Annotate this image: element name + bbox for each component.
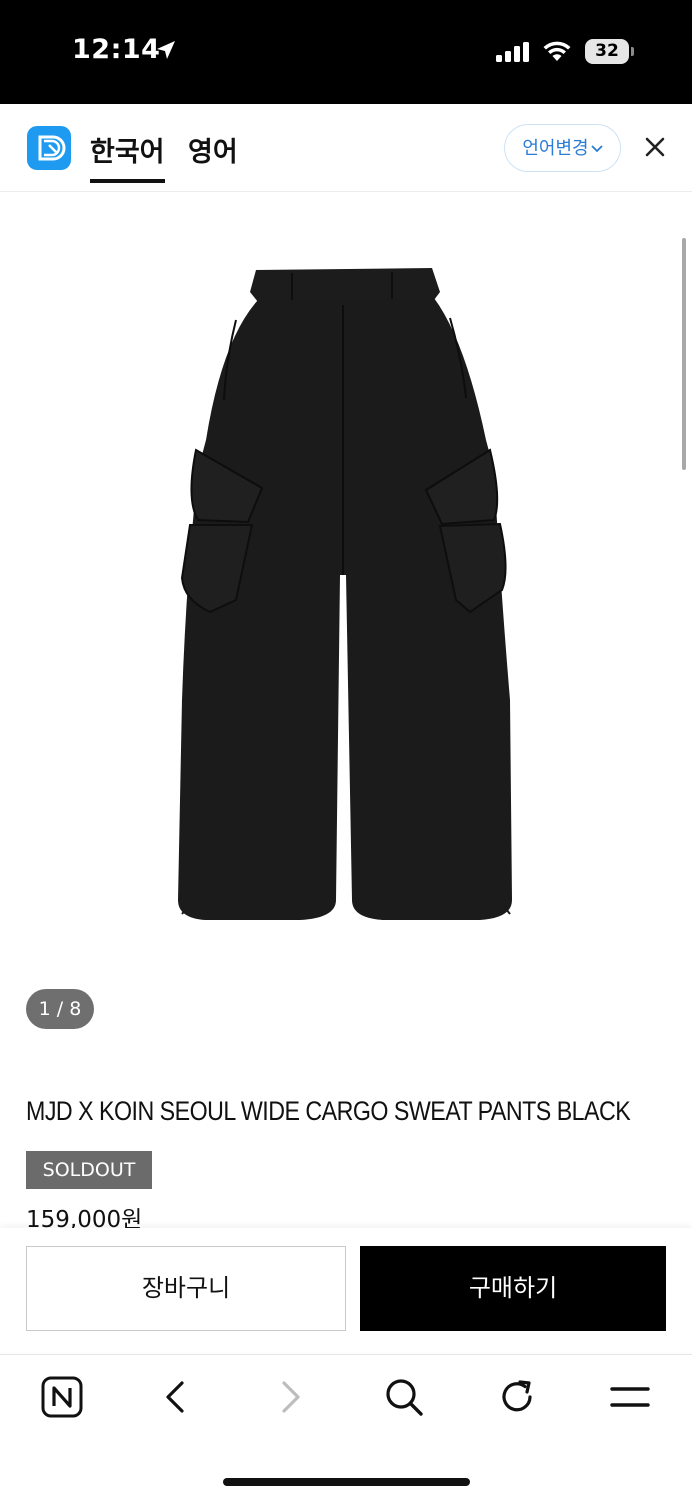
- status-time: 12:14: [72, 34, 161, 65]
- language-change-button[interactable]: 언어변경: [504, 124, 621, 172]
- browser-toolbar: [0, 1354, 692, 1501]
- battery-icon: 32: [585, 39, 629, 64]
- chevron-down-icon: [590, 145, 603, 153]
- status-badge: SOLDOUT: [26, 1151, 152, 1189]
- forward-icon[interactable]: [274, 1375, 306, 1419]
- action-bar: 장바구니 구매하기: [0, 1228, 692, 1352]
- product-image[interactable]: [160, 260, 532, 960]
- translate-header: 한국어 영어 언어변경: [0, 104, 692, 192]
- tab-korean[interactable]: 한국어: [90, 130, 165, 183]
- close-icon[interactable]: [644, 136, 666, 158]
- search-icon[interactable]: [382, 1375, 426, 1419]
- cellular-signal-icon: [496, 42, 529, 62]
- status-bar: 12:14 32: [0, 0, 692, 104]
- battery-tip: [631, 47, 634, 56]
- home-indicator[interactable]: [223, 1478, 470, 1486]
- back-icon[interactable]: [160, 1375, 192, 1419]
- product-title: MJD X KOIN SEOUL WIDE CARGO SWEAT PANTS …: [26, 1096, 631, 1126]
- translate-app-icon: [27, 126, 71, 170]
- refresh-icon[interactable]: [496, 1375, 540, 1419]
- tab-english[interactable]: 영어: [188, 130, 238, 169]
- scroll-indicator[interactable]: [682, 238, 686, 470]
- add-to-cart-button[interactable]: 장바구니: [26, 1246, 346, 1331]
- buy-now-button[interactable]: 구매하기: [360, 1246, 666, 1331]
- menu-icon[interactable]: [608, 1375, 652, 1419]
- image-counter: 1 / 8: [26, 989, 94, 1029]
- wifi-icon: [543, 41, 571, 61]
- naver-home-icon[interactable]: [40, 1375, 84, 1419]
- language-change-label: 언어변경: [522, 138, 589, 159]
- location-arrow-icon: [157, 41, 175, 59]
